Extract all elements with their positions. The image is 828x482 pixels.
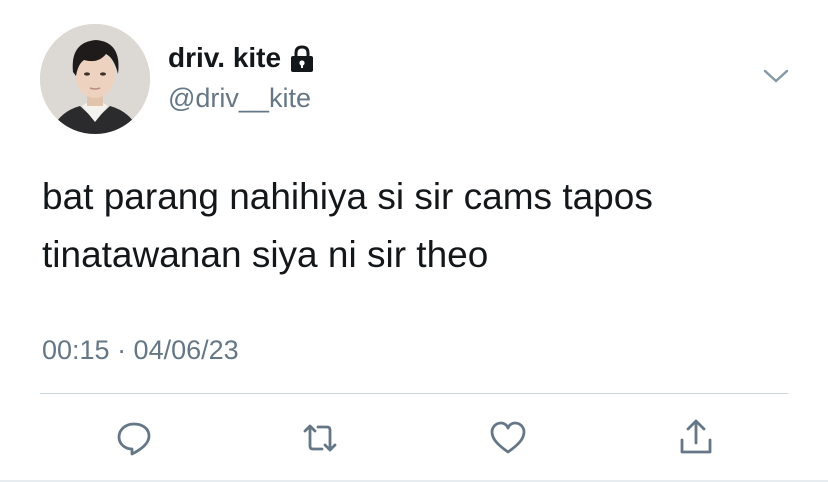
- tweet-card: driv. kite @driv__kite bat parang nahihi…: [0, 0, 828, 482]
- retweet-button[interactable]: [300, 418, 340, 458]
- display-name[interactable]: driv. kite: [168, 40, 281, 76]
- heart-icon: [490, 421, 526, 454]
- share-button[interactable]: [676, 418, 716, 458]
- user-handle[interactable]: @driv__kite: [168, 80, 311, 116]
- tweet-timestamp[interactable]: 00:15 · 04/06/23: [42, 332, 239, 368]
- profile-photo: [40, 24, 150, 134]
- share-upload-icon: [680, 419, 712, 454]
- user-name-row: driv. kite: [168, 40, 315, 76]
- speech-bubble-icon: [117, 422, 151, 456]
- divider: [40, 393, 788, 394]
- reply-button[interactable]: [114, 418, 154, 458]
- like-button[interactable]: [488, 418, 528, 458]
- tweet-text: bat parang nahihiya si sir cams tapos ti…: [42, 176, 653, 275]
- lock-icon: [289, 44, 315, 74]
- avatar[interactable]: [40, 24, 150, 134]
- retweet-arrows-icon: [303, 424, 337, 452]
- chevron-down-icon[interactable]: [762, 66, 790, 86]
